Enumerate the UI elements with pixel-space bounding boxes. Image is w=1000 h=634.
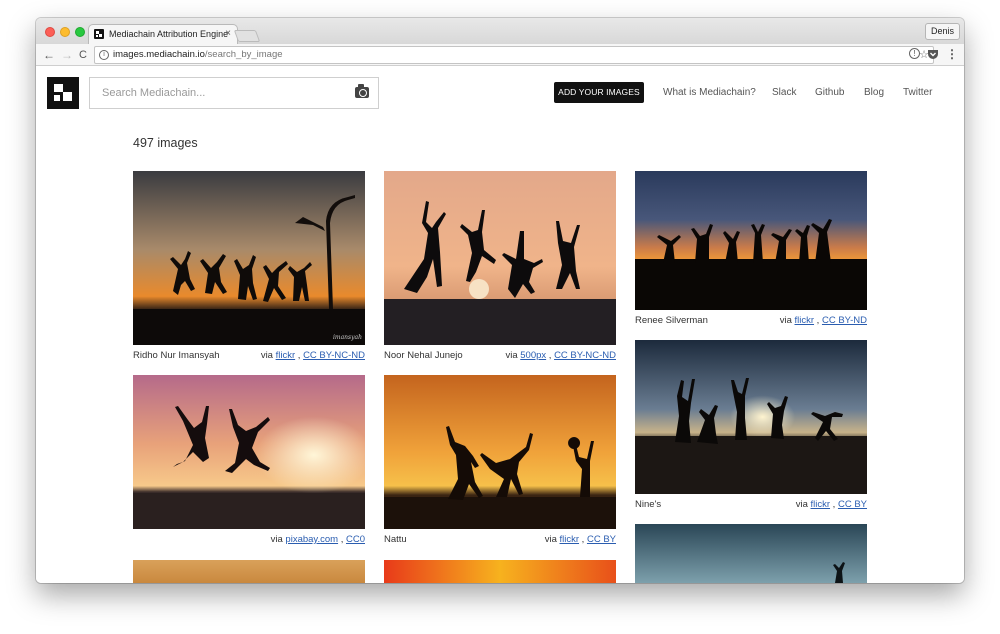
- source-link[interactable]: flickr: [560, 534, 580, 545]
- back-arrow-icon[interactable]: ←: [43, 47, 55, 63]
- search-box: [89, 77, 379, 109]
- mediachain-favicon-icon: [94, 29, 104, 39]
- photo-watermark: imansyah: [333, 334, 362, 341]
- title-bar: Mediachain Attribution Engine × Denis: [36, 18, 964, 44]
- source-link[interactable]: pixabay.com: [285, 534, 338, 545]
- result-card[interactable]: [133, 560, 365, 583]
- result-image[interactable]: [384, 560, 616, 583]
- info-icon[interactable]: i: [99, 50, 109, 60]
- result-caption: Ridho Nur Imansyah via flickr , CC BY-NC…: [133, 350, 365, 364]
- url-path: /search_by_image: [204, 49, 283, 60]
- tab-close-icon[interactable]: ×: [225, 25, 231, 43]
- pocket-icon[interactable]: [927, 48, 939, 60]
- result-author: Ridho Nur Imansyah: [133, 350, 220, 361]
- result-caption: Nine's via flickr , CC BY: [635, 499, 867, 513]
- shield-icon[interactable]: !: [909, 48, 920, 59]
- result-image[interactable]: [133, 560, 365, 583]
- result-card[interactable]: via pixabay.com , CC0: [133, 375, 365, 549]
- nav-what-is-mediachain[interactable]: What is Mediachain?: [663, 87, 756, 98]
- nav-blog[interactable]: Blog: [864, 87, 884, 98]
- forward-arrow-icon[interactable]: →: [61, 47, 73, 63]
- result-attribution: via 500px , CC BY-NC-ND: [505, 350, 616, 361]
- result-image[interactable]: [384, 375, 616, 529]
- result-caption: via pixabay.com , CC0: [133, 534, 365, 548]
- result-attribution: via flickr , CC BY: [795, 499, 867, 510]
- add-your-images-button[interactable]: ADD YOUR IMAGES: [554, 82, 644, 103]
- result-author: Nine's: [635, 499, 662, 510]
- result-caption: Nattu via flickr , CC BY: [384, 534, 616, 548]
- nav-slack[interactable]: Slack: [772, 87, 796, 98]
- result-card[interactable]: Renee Silverman via flickr , CC BY-ND: [635, 171, 867, 331]
- nav-twitter[interactable]: Twitter: [903, 87, 932, 98]
- browser-tab[interactable]: Mediachain Attribution Engine ×: [88, 24, 238, 44]
- result-card[interactable]: [635, 524, 867, 583]
- result-caption: Noor Nehal Junejo via 500px , CC BY-NC-N…: [384, 350, 616, 364]
- result-count: 497 images: [133, 136, 198, 150]
- result-attribution: via pixabay.com , CC0: [270, 534, 365, 545]
- profile-button[interactable]: Denis: [924, 23, 960, 40]
- reload-icon[interactable]: C: [79, 47, 87, 63]
- result-card[interactable]: Nattu via flickr , CC BY: [384, 375, 616, 549]
- new-tab-button[interactable]: [233, 30, 261, 42]
- result-image[interactable]: [384, 171, 616, 345]
- license-link[interactable]: CC BY-NC-ND: [554, 350, 616, 361]
- result-image[interactable]: [133, 375, 365, 529]
- result-author: Nattu: [384, 534, 407, 545]
- minimize-window-button[interactable]: [60, 27, 70, 37]
- result-attribution: via flickr , CC BY: [544, 534, 616, 545]
- source-link[interactable]: flickr: [795, 315, 815, 326]
- page-content: ADD YOUR IMAGES What is Mediachain? Slac…: [36, 66, 964, 583]
- result-attribution: via flickr , CC BY-NC-ND: [260, 350, 365, 361]
- close-window-button[interactable]: [45, 27, 55, 37]
- result-caption: Renee Silverman via flickr , CC BY-ND: [635, 315, 867, 329]
- result-card[interactable]: Noor Nehal Junejo via 500px , CC BY-NC-N…: [384, 171, 616, 366]
- result-card[interactable]: [384, 560, 616, 583]
- result-card[interactable]: Nine's via flickr , CC BY: [635, 340, 867, 514]
- tab-title: Mediachain Attribution Engine: [109, 29, 229, 39]
- license-link[interactable]: CC BY-NC-ND: [303, 350, 365, 361]
- search-input[interactable]: [90, 78, 340, 108]
- maximize-window-button[interactable]: [75, 27, 85, 37]
- camera-icon[interactable]: [355, 84, 369, 98]
- license-link[interactable]: CC BY: [587, 534, 616, 545]
- result-author: Noor Nehal Junejo: [384, 350, 463, 361]
- result-author: Renee Silverman: [635, 315, 708, 326]
- url-host: images.mediachain.io: [113, 49, 205, 60]
- nav-github[interactable]: Github: [815, 87, 844, 98]
- menu-icon[interactable]: ⋮: [946, 48, 958, 60]
- result-image[interactable]: [635, 524, 867, 583]
- source-link[interactable]: flickr: [276, 350, 296, 361]
- source-link[interactable]: flickr: [811, 499, 831, 510]
- license-link[interactable]: CC BY-ND: [822, 315, 867, 326]
- license-link[interactable]: CC BY: [838, 499, 867, 510]
- result-image[interactable]: [635, 340, 867, 494]
- result-attribution: via flickr , CC BY-ND: [779, 315, 867, 326]
- result-image[interactable]: imansyah: [133, 171, 365, 345]
- browser-window: Mediachain Attribution Engine × Denis ← …: [36, 18, 964, 583]
- address-bar[interactable]: i images.mediachain.io/search_by_image ☆: [94, 46, 934, 64]
- source-link[interactable]: 500px: [520, 350, 546, 361]
- license-link[interactable]: CC0: [346, 534, 365, 545]
- result-card[interactable]: imansyah Ridho Nur Imansyah via flickr ,…: [133, 171, 365, 366]
- result-image[interactable]: [635, 171, 867, 310]
- mediachain-logo-icon[interactable]: [47, 77, 79, 109]
- browser-toolbar: ← → C i images.mediachain.io/search_by_i…: [36, 44, 964, 66]
